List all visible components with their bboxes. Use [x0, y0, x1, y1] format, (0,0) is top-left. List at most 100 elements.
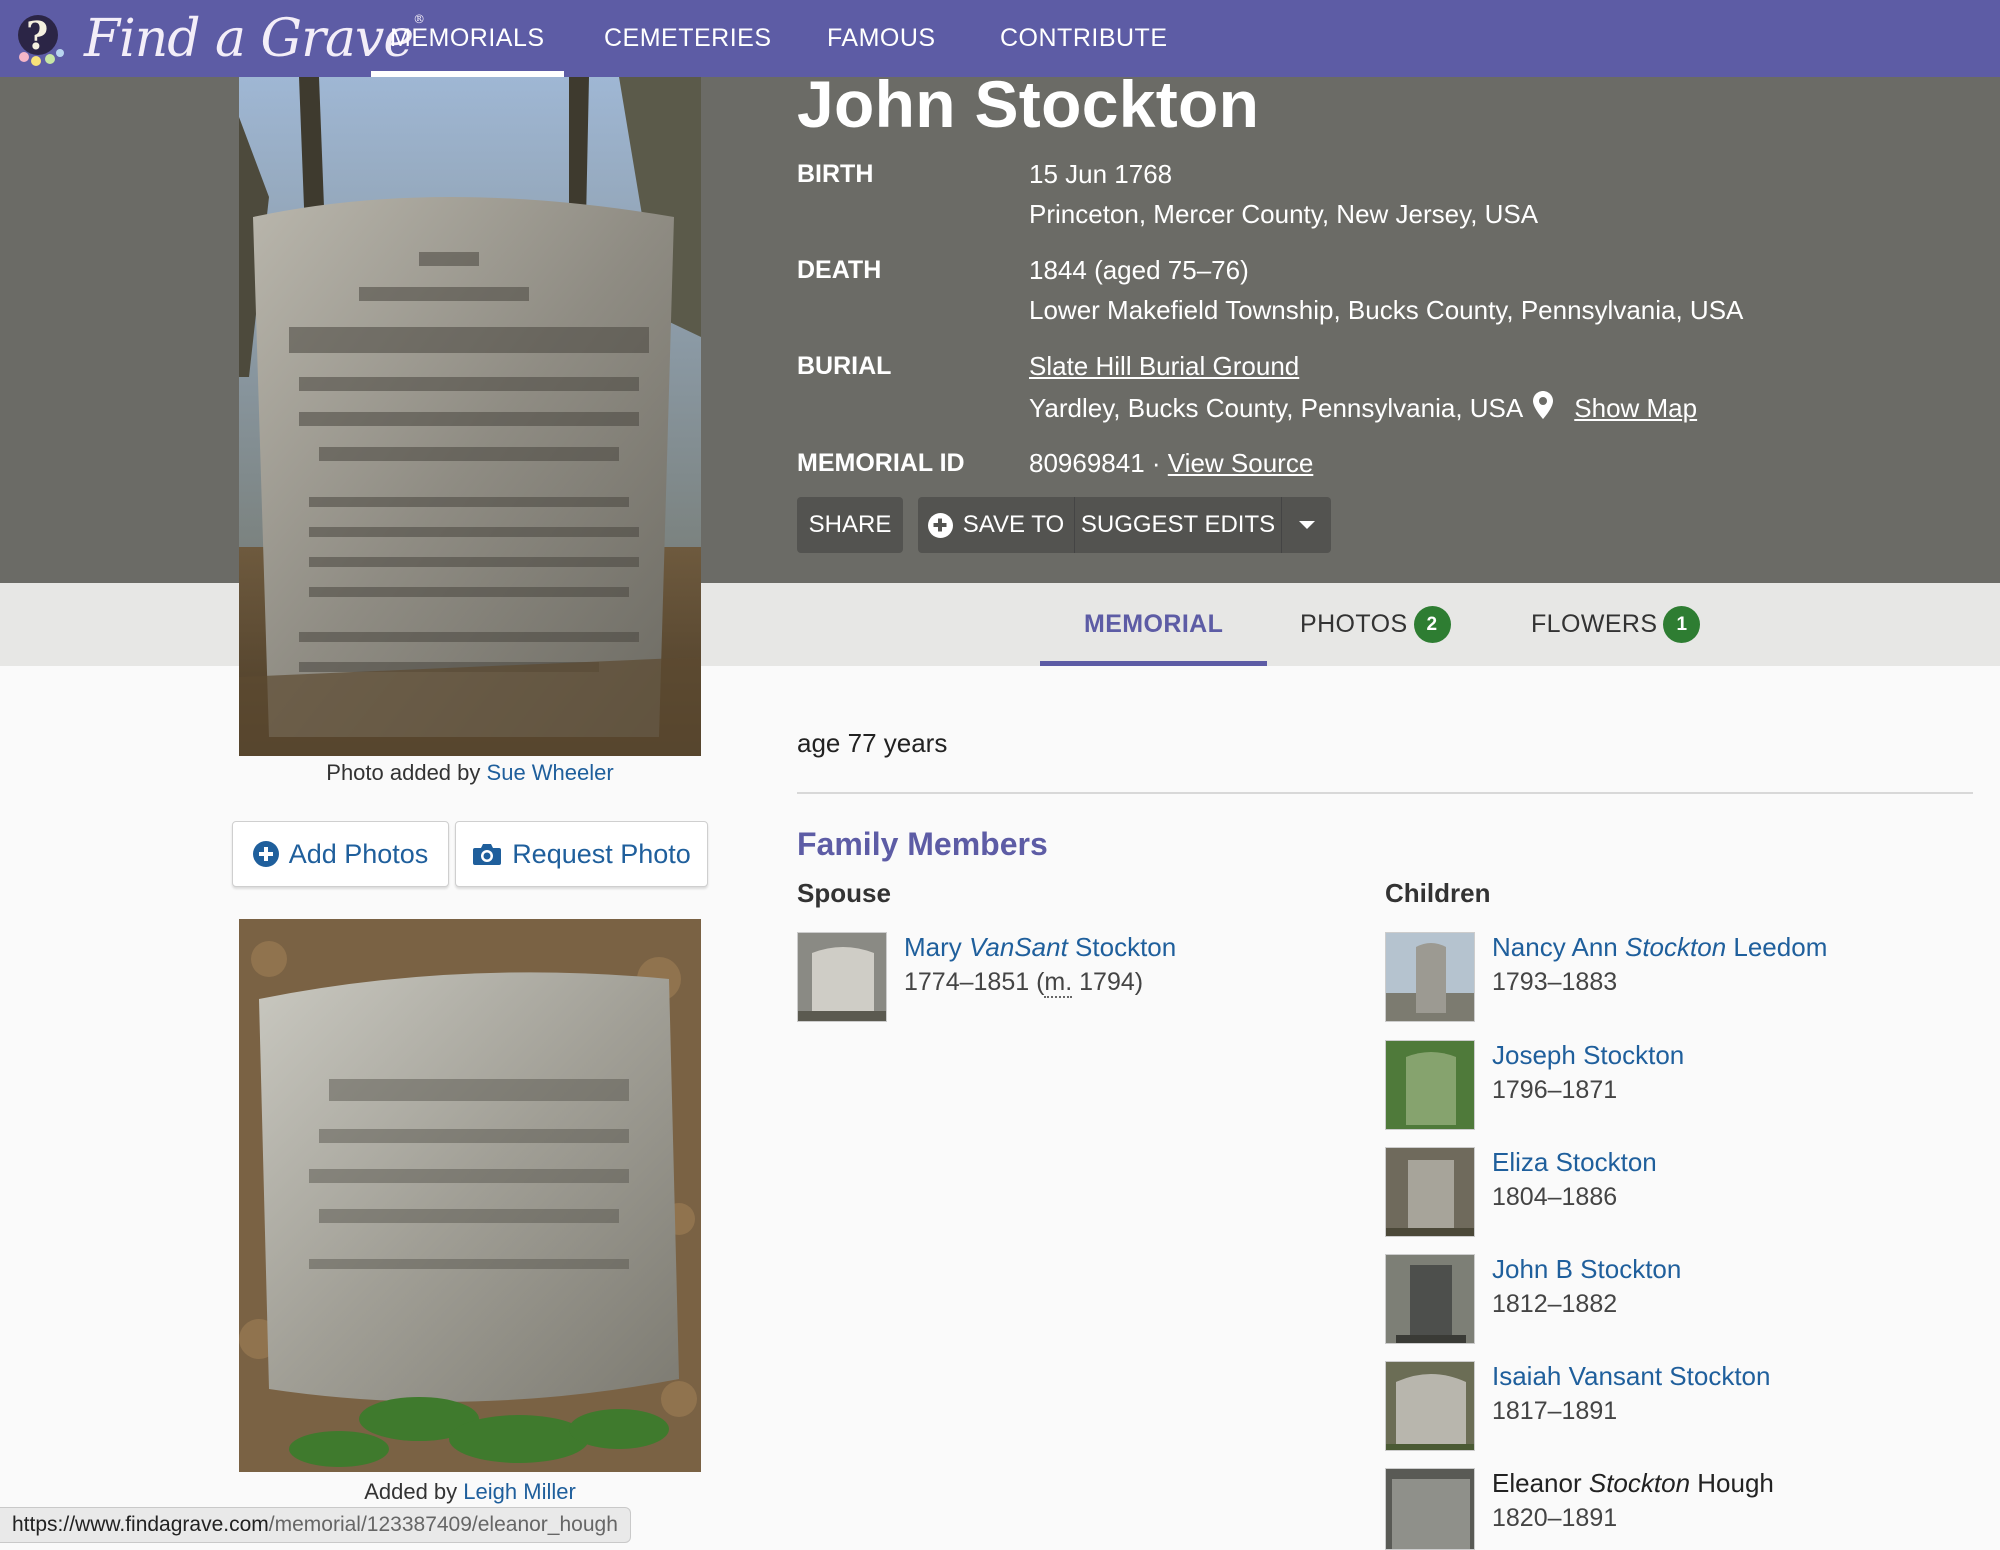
child-name-link[interactable]: Eliza Stockton: [1492, 1147, 1657, 1178]
child-thumbnail[interactable]: [1385, 1040, 1475, 1130]
birth-place: Princeton, Mercer County, New Jersey, US…: [1029, 199, 1539, 229]
spouse-married-year: 1794): [1072, 968, 1144, 996]
burial-label: BURIAL: [797, 352, 892, 380]
child-thumbnail[interactable]: [1385, 1468, 1475, 1550]
tab-photos[interactable]: PHOTOS 2: [1300, 583, 1451, 666]
spouse-heading: Spouse: [797, 878, 891, 908]
child-entry[interactable]: Nancy Ann Stockton Leedom 1793–1883: [1385, 932, 1945, 1024]
main-headstone-photo[interactable]: [239, 77, 701, 756]
memorial-id: 80969841 · View Source: [1029, 448, 1313, 479]
child-maiden-name: Stockton: [1624, 932, 1727, 962]
child-name-link[interactable]: Isaiah Vansant Stockton: [1492, 1361, 1770, 1392]
second-photo-caption: Added by Leigh Miller: [239, 1479, 701, 1505]
burial-cemetery-link[interactable]: Slate Hill Burial Ground: [1029, 351, 1299, 381]
spouse-maiden-name: VanSant: [969, 932, 1068, 962]
status-url-path: /memorial/123387409/eleanor_hough: [268, 1513, 618, 1536]
main-photo-contributor-link[interactable]: Sue Wheeler: [487, 760, 614, 785]
memorial-id-value: 80969841 ·: [1029, 448, 1161, 478]
more-actions-dropdown[interactable]: [1282, 497, 1331, 553]
child-entry[interactable]: Eleanor Stockton Hough 1820–1891: [1385, 1468, 1945, 1550]
spouse-name-link[interactable]: Mary VanSant Stockton: [904, 932, 1176, 963]
divider: [797, 792, 1973, 794]
plus-circle-icon: [927, 512, 953, 538]
child-name-link[interactable]: John B Stockton: [1492, 1254, 1681, 1285]
child-entry[interactable]: Eliza Stockton 1804–1886: [1385, 1147, 1945, 1239]
child-name-link[interactable]: Eleanor Stockton Hough: [1492, 1468, 1774, 1499]
death-place: Lower Makefield Township, Bucks County, …: [1029, 295, 1744, 325]
child-dates: 1812–1882: [1492, 1290, 1618, 1318]
memorial-name: John Stockton: [797, 67, 1260, 141]
plus-circle-icon: [252, 841, 279, 867]
request-photo-button[interactable]: Request Photo: [455, 821, 708, 887]
spouse-dates: 1774–1851 (m. 1794): [904, 968, 1144, 998]
child-dates: 1817–1891: [1492, 1397, 1618, 1425]
death-label: DEATH: [797, 256, 882, 284]
logo-wordmark: Find a Grave: [84, 9, 414, 69]
browser-status-bar: https://www.findagrave.com/memorial/1233…: [0, 1507, 631, 1543]
camera-icon: [473, 844, 502, 865]
child-thumbnail[interactable]: [1385, 932, 1475, 1022]
flowers-count-badge: 1: [1663, 606, 1701, 643]
child-name-link[interactable]: Joseph Stockton: [1492, 1040, 1684, 1071]
child-first-name: Eleanor: [1492, 1468, 1582, 1498]
svg-text:?: ?: [26, 13, 48, 58]
tab-flowers[interactable]: FLOWERS 1: [1531, 583, 1701, 666]
main-photo-caption: Photo added by Sue Wheeler: [239, 760, 701, 786]
save-to-label: SAVE TO: [962, 511, 1065, 538]
child-last-name: Hough: [1697, 1468, 1774, 1498]
family-members-heading: Family Members: [797, 826, 1048, 862]
children-heading: Children: [1385, 878, 1491, 908]
status-url-host: https://www.findagrave.com: [12, 1513, 269, 1536]
chevron-down-icon: [1298, 521, 1315, 529]
child-first-name: Nancy Ann: [1492, 932, 1618, 962]
birth-label: BIRTH: [797, 160, 874, 188]
child-maiden-name: Stockton: [1588, 1468, 1691, 1498]
suggest-edits-button[interactable]: SUGGEST EDITS: [1075, 497, 1282, 553]
find-a-grave-logo[interactable]: ? Find a Grave®: [14, 4, 425, 74]
main-photo-caption-prefix: Photo added by: [326, 760, 481, 785]
child-thumbnail[interactable]: [1385, 1147, 1475, 1237]
nav-cemeteries[interactable]: CEMETERIES: [604, 0, 772, 77]
child-entry[interactable]: John B Stockton 1812–1882: [1385, 1254, 1945, 1346]
add-photos-label: Add Photos: [288, 838, 429, 869]
tab-memorial-label: MEMORIAL: [1084, 610, 1224, 638]
add-photos-button[interactable]: Add Photos: [232, 821, 449, 887]
tab-memorial[interactable]: MEMORIAL: [1039, 583, 1268, 666]
spouse-thumbnail[interactable]: [797, 932, 887, 1022]
photos-count-badge: 2: [1413, 606, 1451, 643]
spouse-life-dates: 1774–1851 (: [904, 968, 1045, 996]
memorial-bio: age 77 years: [797, 728, 948, 758]
child-dates: 1820–1891: [1492, 1504, 1618, 1532]
nav-memorials[interactable]: MEMORIALS: [371, 0, 564, 77]
spouse-last-name: Stockton: [1075, 932, 1177, 962]
child-dates: 1796–1871: [1492, 1076, 1618, 1104]
child-thumbnail[interactable]: [1385, 1361, 1475, 1451]
show-map-link[interactable]: Show Map: [1574, 393, 1697, 423]
child-entry[interactable]: Isaiah Vansant Stockton 1817–1891: [1385, 1361, 1945, 1453]
second-photo-contributor-link[interactable]: Leigh Miller: [463, 1479, 576, 1504]
child-dates: 1804–1886: [1492, 1183, 1618, 1211]
child-entry[interactable]: Joseph Stockton 1796–1871: [1385, 1040, 1945, 1132]
action-button-group: SAVE TO SUGGEST EDITS: [918, 497, 1331, 553]
spouse-first-name: Mary: [904, 932, 962, 962]
burial-cemetery: Slate Hill Burial Ground: [1029, 351, 1299, 382]
save-to-button[interactable]: SAVE TO: [918, 497, 1075, 553]
memorial-id-label: MEMORIAL ID: [797, 449, 965, 477]
share-button[interactable]: SHARE: [797, 497, 903, 553]
birth-date: 15 Jun 1768: [1029, 159, 1173, 189]
child-thumbnail[interactable]: [1385, 1254, 1475, 1344]
child-name-link[interactable]: Nancy Ann Stockton Leedom: [1492, 932, 1827, 963]
child-dates: 1793–1883: [1492, 968, 1618, 996]
tab-flowers-label: FLOWERS: [1531, 610, 1658, 638]
map-pin-icon: [1533, 391, 1554, 419]
spouse-entry[interactable]: Mary VanSant Stockton 1774–1851 (m. 1794…: [797, 932, 1297, 1024]
child-last-name: Leedom: [1733, 932, 1828, 962]
death-date: 1844 (aged 75–76): [1029, 255, 1249, 285]
burial-place-text: Yardley, Bucks County, Pennsylvania, USA: [1029, 393, 1522, 423]
request-photo-label: Request Photo: [512, 838, 691, 869]
view-source-link[interactable]: View Source: [1168, 448, 1314, 478]
second-headstone-photo[interactable]: [239, 919, 701, 1472]
logo-question-mark-icon: ?: [14, 9, 74, 69]
tab-photos-label: PHOTOS: [1300, 610, 1408, 638]
burial-place: Yardley, Bucks County, Pennsylvania, USA…: [1029, 391, 1697, 424]
